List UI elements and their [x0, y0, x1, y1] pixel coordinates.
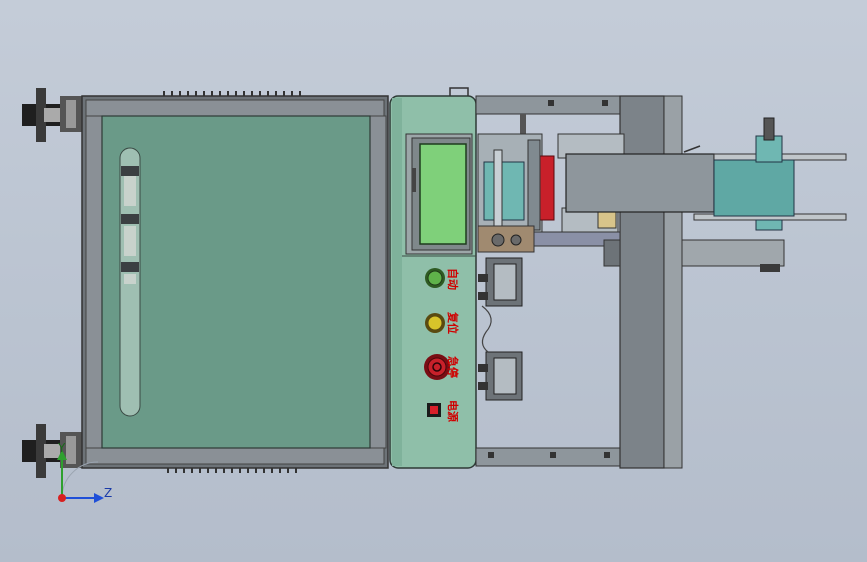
- z-axis-label: Z: [104, 486, 112, 500]
- auto-start-button[interactable]: [425, 268, 445, 288]
- cable-guide: [481, 305, 492, 353]
- reset-button[interactable]: [425, 313, 445, 333]
- door-slot: [119, 147, 141, 417]
- panel-handle: [449, 87, 469, 96]
- hmi-touchscreen[interactable]: [405, 133, 473, 255]
- emergency-stop-label: 急停: [446, 356, 460, 378]
- y-axis-label: Y: [57, 441, 66, 455]
- reset-label: 复位: [446, 311, 460, 334]
- auto-start-label: 自动: [446, 268, 460, 290]
- power-switch-label: 电源: [446, 400, 460, 422]
- cabinet-door-panel: [101, 115, 371, 449]
- caster-top: [22, 88, 82, 142]
- machine-top-view: 自动 复位 急停 电源 Y Z: [22, 87, 847, 503]
- bracket-lower: [478, 351, 523, 401]
- power-switch[interactable]: [427, 403, 441, 417]
- caster-bottom: [22, 424, 82, 478]
- cad-viewport: 自动 复位 急停 电源 Y Z: [0, 0, 867, 562]
- bracket-upper: [478, 257, 523, 307]
